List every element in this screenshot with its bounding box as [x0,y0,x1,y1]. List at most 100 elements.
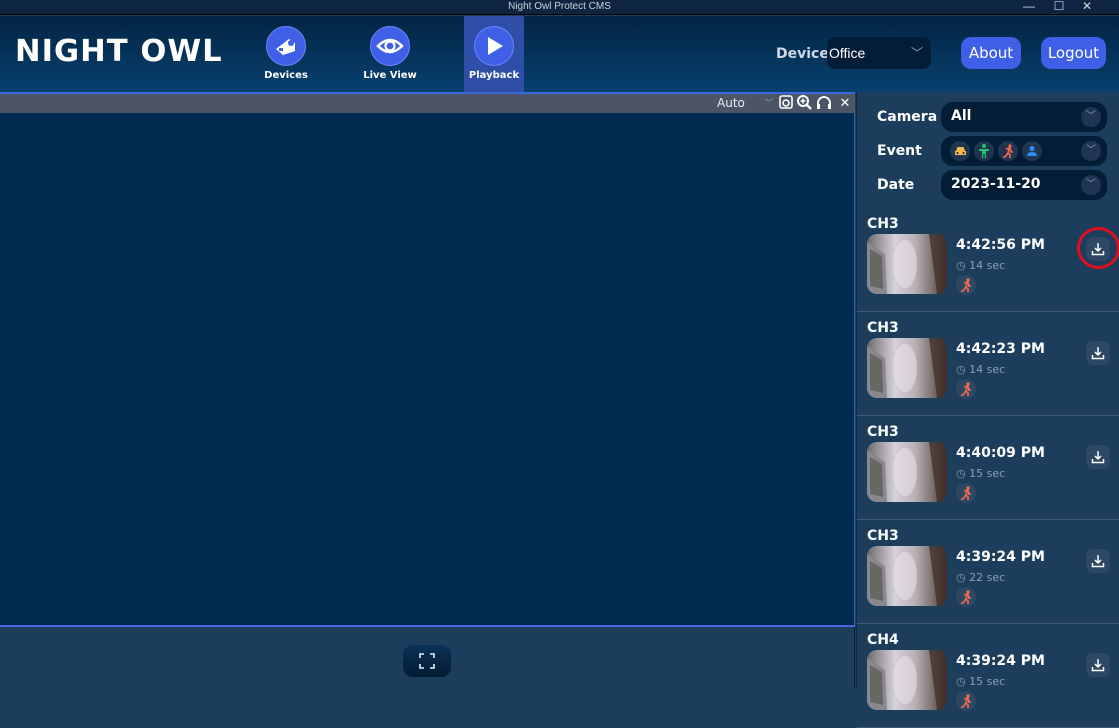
device-select[interactable]: Office ﹀ [827,37,931,69]
clip-list-item[interactable]: CH4 4:39:24 PM ◷ 15 sec [857,624,1119,728]
clip-duration-row: ◷ 15 sec [956,467,1005,480]
camera-filter-label: Camera [877,109,938,125]
clock-icon: ◷ [956,259,966,272]
clip-thumbnail[interactable] [867,234,947,294]
chevron-down-icon: ﹀ [1081,107,1101,127]
download-button[interactable] [1086,341,1110,365]
clip-channel: CH4 [867,632,899,648]
download-button[interactable] [1086,445,1110,469]
date-filter-value: 2023-11-20 [951,176,1041,192]
window-title: Night Owl Protect CMS [508,1,611,12]
play-icon [474,26,514,66]
chevron-down-icon: ﹀ [910,46,923,60]
clip-thumbnail[interactable] [867,442,947,502]
date-filter-label: Date [877,177,915,193]
clip-duration: 22 sec [969,571,1006,584]
clip-duration-row: ◷ 14 sec [956,363,1005,376]
night-owl-logo: NIGHT OWL [14,34,223,69]
clip-list-item[interactable]: CH3 4:42:23 PM ◷ 14 sec [857,312,1119,416]
clip-duration: 14 sec [969,259,1006,272]
player-controls-bar [0,627,855,689]
close-icon[interactable]: ✕ [836,95,854,113]
download-button[interactable] [1086,653,1110,677]
event-filter-label: Event [877,143,922,159]
nav-live-view-label: Live View [363,70,417,81]
date-filter-select[interactable]: 2023-11-20 ﹀ [941,170,1107,200]
clip-channel: CH3 [867,216,899,232]
logout-button[interactable]: Logout [1041,37,1106,69]
download-icon [1091,451,1105,464]
face-user-icon [1022,141,1042,161]
camera-filter-select[interactable]: All ﹀ [941,102,1107,132]
maximize-button[interactable]: ☐ [1045,0,1073,15]
camera-filter-value: All [951,108,972,124]
player-toolbar: Auto ﹀ ✕ [0,92,855,113]
motion-running-icon [998,141,1018,161]
about-button[interactable]: About [961,37,1021,69]
fullscreen-button[interactable] [403,645,451,677]
nav-playback[interactable]: Playback [464,16,524,92]
clip-thumbnail[interactable] [867,650,947,710]
motion-running-icon [956,691,976,711]
clip-time: 4:40:09 PM [956,445,1045,461]
nav-devices[interactable]: Devices [256,16,316,92]
clock-icon: ◷ [956,363,966,376]
download-icon [1091,659,1105,672]
download-icon [1091,555,1105,568]
person-icon [974,141,994,161]
app-header: NIGHT OWL Devices Live View Playback Dev… [0,16,1119,92]
nav-devices-label: Devices [264,70,308,81]
clip-channel: CH3 [867,528,899,544]
eye-icon [370,26,410,66]
clip-duration: 15 sec [969,467,1006,480]
nav-playback-label: Playback [468,70,520,81]
clip-time: 4:42:56 PM [956,237,1045,253]
clock-icon: ◷ [956,571,966,584]
clip-duration: 14 sec [969,363,1006,376]
minimize-button[interactable]: — [1015,0,1043,15]
close-window-button[interactable]: ✕ [1073,0,1101,15]
chevron-down-icon: ﹀ [1081,141,1101,161]
clip-time: 4:42:23 PM [956,341,1045,357]
date-filter-row: Date 2023-11-20 ﹀ [857,170,1119,202]
clip-list-item[interactable]: CH3 4:39:24 PM ◷ 22 sec [857,520,1119,624]
clock-icon: ◷ [956,467,966,480]
clip-list-item[interactable]: CH3 4:40:09 PM ◷ 15 sec [857,416,1119,520]
window-titlebar: Night Owl Protect CMS — ☐ ✕ [0,0,1119,15]
playback-sidebar: Camera All ﹀ Event ﹀ Date 2023-11-20 ﹀ C… [856,92,1119,728]
nav-live-view[interactable]: Live View [360,16,420,92]
camera-filter-row: Camera All ﹀ [857,102,1119,134]
motion-running-icon [956,275,976,295]
clip-duration-row: ◷ 15 sec [956,675,1005,688]
clip-thumbnail[interactable] [867,338,947,398]
event-filter-select[interactable]: ﹀ [941,136,1107,166]
motion-running-icon [956,379,976,399]
video-viewport[interactable] [0,113,855,625]
event-filter-row: Event ﹀ [857,136,1119,168]
clip-duration-row: ◷ 22 sec [956,571,1005,584]
clip-duration-row: ◷ 14 sec [956,259,1005,272]
quality-select[interactable]: Auto [717,96,745,110]
clip-list-item[interactable]: CH3 4:42:56 PM ◷ 14 sec [857,208,1119,312]
clip-time: 4:39:24 PM [956,653,1045,669]
download-icon [1091,347,1105,360]
camera-devices-icon [266,26,306,66]
device-select-value: Office [829,45,866,61]
chevron-down-icon: ﹀ [1081,175,1101,195]
clip-thumbnail[interactable] [867,546,947,606]
download-icon [1091,243,1105,256]
motion-running-icon [956,587,976,607]
fullscreen-icon [419,653,435,669]
clock-icon: ◷ [956,675,966,688]
device-label: Device [776,46,829,62]
clip-channel: CH3 [867,320,899,336]
clip-duration: 15 sec [969,675,1006,688]
headphones-icon[interactable] [815,95,833,113]
motion-running-icon [956,483,976,503]
download-button[interactable] [1086,549,1110,573]
vehicle-icon [950,141,970,161]
snapshot-icon[interactable] [777,95,795,113]
chevron-down-icon[interactable]: ﹀ [760,95,778,113]
zoom-in-icon[interactable] [795,95,813,113]
download-button[interactable] [1086,237,1110,261]
